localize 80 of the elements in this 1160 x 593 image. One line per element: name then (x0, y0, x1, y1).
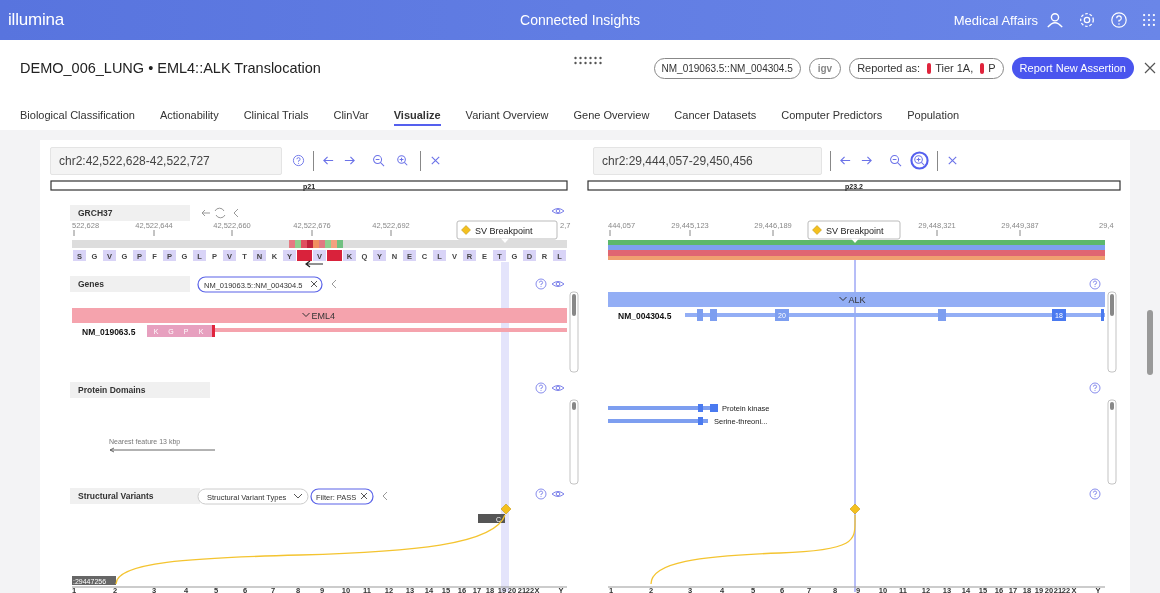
zoom-in-icon[interactable] (910, 151, 929, 170)
tab[interactable]: Computer Predictors (781, 109, 883, 124)
drag-handle-icon[interactable] (573, 55, 603, 65)
remove-icon[interactable] (360, 492, 368, 500)
tab[interactable]: Visualize (393, 109, 441, 126)
visibility-icon[interactable] (551, 281, 565, 287)
track-scrollbar[interactable] (569, 291, 579, 373)
exon (710, 309, 717, 321)
help-icon[interactable] (292, 154, 305, 167)
report-assertion-button[interactable]: Report New Assertion (1011, 57, 1134, 79)
app-grid-icon[interactable] (1142, 13, 1156, 27)
tab[interactable]: Clinical Trials (243, 109, 309, 124)
refresh-icon[interactable] (214, 207, 226, 219)
transcript-label: NM_004304.5 (618, 310, 672, 321)
gene-name: ALK (848, 295, 866, 305)
gene-name: EML4 (311, 311, 335, 321)
expand-icon[interactable] (302, 312, 310, 317)
tab[interactable]: Variant Overview (465, 109, 549, 124)
locus-field[interactable]: chr2:29,444,057-29,450,456 (593, 146, 822, 175)
help-icon[interactable] (1089, 382, 1101, 394)
reported-label: Reported as: (857, 62, 921, 74)
locus-field[interactable]: chr2:42,522,628-42,522,727 (50, 146, 282, 175)
user-name[interactable]: Medical Affairs (953, 12, 1038, 28)
tab[interactable]: Cancer Datasets (674, 109, 757, 124)
exon (938, 309, 946, 321)
igv-button[interactable]: igv (808, 57, 842, 79)
tab[interactable]: Actionability (159, 109, 219, 124)
collapse-icon[interactable] (331, 279, 337, 289)
tab[interactable]: Biological Classification (20, 109, 135, 124)
reported-tier-chip[interactable]: Reported as: Tier 1A, P (849, 57, 1004, 79)
help-icon[interactable] (535, 488, 547, 500)
help-icon[interactable] (535, 382, 547, 394)
breakpoint-tooltip: SV Breakpoint (807, 220, 901, 243)
track-label: Genes (78, 279, 104, 289)
zoom-out-icon[interactable] (889, 154, 902, 167)
close-icon[interactable] (946, 154, 959, 167)
back-arrow-icon[interactable] (322, 154, 335, 167)
help-icon[interactable] (1089, 488, 1101, 500)
visibility-icon[interactable] (551, 208, 565, 214)
breakpoint-tooltip: SV Breakpoint (456, 220, 558, 243)
help-icon[interactable] (1089, 278, 1101, 290)
zoom-out-icon[interactable] (372, 154, 385, 167)
close-icon[interactable] (1144, 62, 1156, 74)
settings-icon[interactable] (1078, 11, 1096, 29)
user-icon[interactable] (1046, 11, 1064, 29)
visibility-icon[interactable] (551, 385, 565, 391)
expand-icon[interactable] (839, 296, 847, 301)
tab[interactable]: Population (907, 109, 960, 124)
tier-label: P (988, 62, 996, 74)
scrollbar-thumb[interactable] (1147, 310, 1153, 375)
track-scrollbar[interactable] (569, 399, 579, 485)
case-title: DEMO_006_LUNG • EML4::ALK Translocation (20, 60, 322, 76)
collapse-icon[interactable] (233, 208, 239, 218)
visibility-icon[interactable] (551, 491, 565, 497)
breakpoint-diamond[interactable] (500, 503, 512, 515)
back-arrow-icon[interactable] (201, 209, 211, 217)
close-icon[interactable] (429, 154, 442, 167)
track-label: Structural Variants (78, 491, 154, 501)
logo: illumina (8, 10, 65, 30)
chevron-down-icon (293, 493, 303, 499)
back-arrow-icon[interactable] (839, 154, 852, 167)
exon (697, 309, 703, 321)
codon-color-blocks (289, 240, 343, 248)
app-title: Connected Insights (519, 12, 641, 28)
tier-label: Tier 1A, (935, 62, 974, 74)
direction-arrow (305, 260, 324, 268)
forward-arrow-icon[interactable] (343, 154, 356, 167)
tab[interactable]: Gene Overview (573, 109, 650, 124)
collapse-icon[interactable] (382, 491, 388, 501)
transcript-label: NM_019063.5 (82, 326, 136, 337)
track-label: Protein Domains (78, 385, 146, 395)
track-label: GRCH37 (78, 208, 113, 218)
tab[interactable]: ClinVar (333, 109, 369, 124)
track-scrollbar[interactable] (1107, 399, 1117, 485)
exon (1101, 309, 1104, 321)
track-scrollbar[interactable] (1107, 291, 1117, 373)
forward-arrow-icon[interactable] (860, 154, 873, 167)
remove-icon[interactable] (310, 280, 318, 288)
transcript-chip[interactable]: NM_019063.5::NM_004304.5 (653, 57, 801, 79)
help-icon[interactable] (535, 278, 547, 290)
